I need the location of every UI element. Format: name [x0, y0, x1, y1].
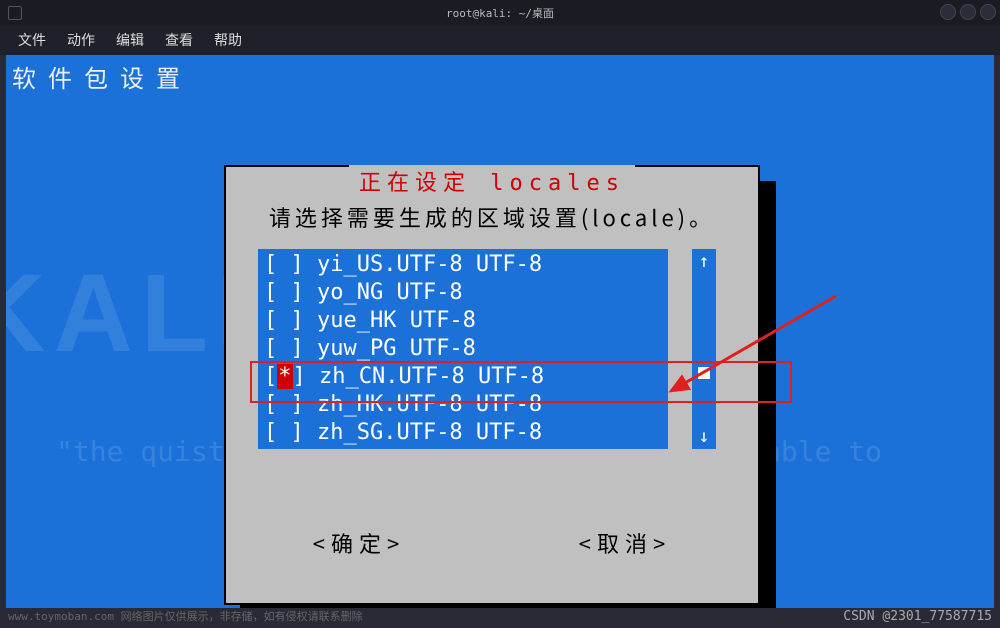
window-titlebar: root@kali: ~/桌面: [0, 0, 1000, 25]
list-item[interactable]: [ ] yuw_PG UTF-8: [264, 335, 662, 363]
window-controls: [940, 4, 996, 20]
cancel-button[interactable]: <取消>: [579, 527, 671, 559]
window-title: root@kali: ~/桌面: [446, 5, 554, 21]
scroll-thumb[interactable]: [698, 367, 710, 379]
list-item[interactable]: [ ] zh_SG.UTF-8 UTF-8: [264, 419, 662, 447]
menubar: 文件 动作 编辑 查看 帮助: [0, 25, 1000, 55]
watermark-right: CSDN @2301_77587715: [843, 609, 992, 624]
ok-button[interactable]: <确定>: [313, 527, 405, 559]
list-item[interactable]: [ ] yo_NG UTF-8: [264, 279, 662, 307]
list-item[interactable]: [ ] yi_US.UTF-8 UTF-8: [264, 251, 662, 279]
watermark-left: www.toymoban.com 网络图片仅供展示，非存储，如有侵权请联系删除: [8, 608, 363, 624]
list-item-selected[interactable]: [*] zh_CN.UTF-8 UTF-8: [264, 363, 662, 391]
listbox-scrollbar[interactable]: ↑ ↓: [692, 249, 716, 449]
list-item[interactable]: [ ] yue_HK UTF-8: [264, 307, 662, 335]
menu-help[interactable]: 帮助: [206, 27, 250, 53]
scroll-down-icon[interactable]: ↓: [699, 426, 710, 447]
menu-view[interactable]: 查看: [157, 27, 201, 53]
app-icon: [8, 6, 22, 20]
dialog-prompt: 请选择需要生成的区域设置(locale)。: [246, 201, 738, 233]
terminal-area: KALI LINUX "the quister you become, the …: [6, 55, 994, 608]
menu-file[interactable]: 文件: [10, 27, 54, 53]
locale-listbox[interactable]: [ ] yi_US.UTF-8 UTF-8 [ ] yo_NG UTF-8 [ …: [258, 249, 668, 449]
menu-edit[interactable]: 编辑: [108, 27, 152, 53]
dialog-title: 正在设定 locales: [349, 165, 635, 197]
dialog-buttons: <确定> <取消>: [226, 527, 758, 559]
checkbox-asterisk-icon: *: [277, 364, 292, 389]
titlebar-left: [8, 6, 22, 20]
menu-action[interactable]: 动作: [59, 27, 103, 53]
close-button[interactable]: [980, 4, 996, 20]
maximize-button[interactable]: [960, 4, 976, 20]
locales-dialog: 正在设定 locales 请选择需要生成的区域设置(locale)。 [ ] y…: [224, 165, 760, 605]
minimize-button[interactable]: [940, 4, 956, 20]
scroll-up-icon[interactable]: ↑: [699, 251, 710, 272]
package-config-header: 软件包设置: [12, 59, 192, 94]
list-item[interactable]: [ ] zh_HK.UTF-8 UTF-8: [264, 391, 662, 419]
